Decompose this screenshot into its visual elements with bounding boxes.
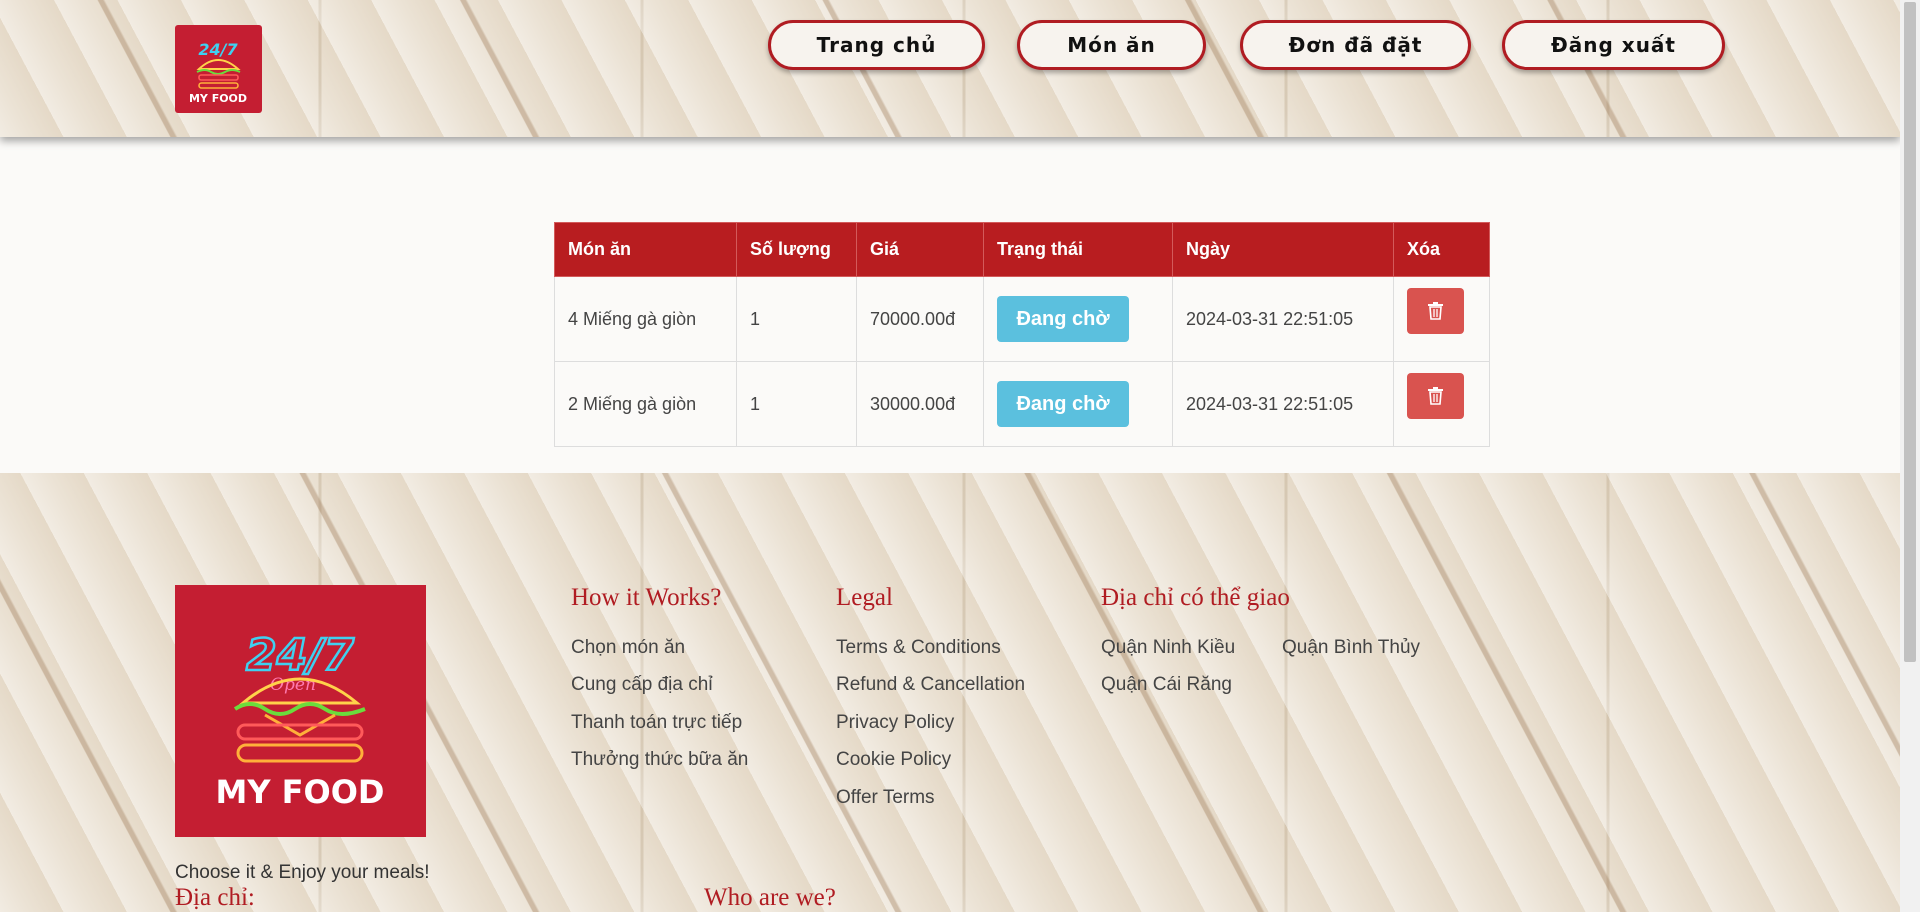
item-price: 30000.00đ	[856, 361, 984, 447]
delete-cell	[1393, 276, 1490, 362]
nav-orders[interactable]: Đơn đã đặt	[1240, 20, 1471, 70]
legal-link[interactable]: Terms & Conditions	[836, 637, 1001, 659]
page: 24/7 MY FOOD Trang chủ Món ăn Đơn đã đặt…	[0, 0, 1920, 912]
how-link[interactable]: Thưởng thức bữa ăn	[571, 749, 748, 771]
table-header-row: Món ăn Số lượng Giá Trạng thái Ngày Xóa	[554, 222, 1490, 277]
trash-icon	[1428, 386, 1443, 405]
how-link[interactable]: Chọn món ăn	[571, 637, 685, 659]
status-badge[interactable]: Đang chờ	[997, 296, 1129, 342]
legal-link[interactable]: Privacy Policy	[836, 712, 954, 734]
status-cell: Đang chờ	[983, 361, 1173, 447]
delivery-area[interactable]: Quận Ninh Kiều	[1101, 637, 1235, 659]
item-name: 2 Miếng gà giòn	[554, 361, 737, 447]
legal-link[interactable]: Cookie Policy	[836, 749, 951, 771]
scrollbar[interactable]	[1900, 0, 1920, 912]
order-date: 2024-03-31 22:51:05	[1172, 361, 1394, 447]
delete-button[interactable]	[1407, 372, 1464, 419]
svg-text:MY FOOD: MY FOOD	[216, 773, 385, 811]
nav-home[interactable]: Trang chủ	[768, 20, 985, 70]
col-qty: Số lượng	[736, 222, 857, 277]
site-footer: 24/7 Open MY FOOD Choose it & Enjoy your…	[0, 473, 1900, 912]
legal-link[interactable]: Offer Terms	[836, 787, 935, 809]
svg-text:24/7: 24/7	[246, 630, 354, 681]
item-qty: 1	[736, 361, 857, 447]
trash-icon	[1428, 301, 1443, 320]
status-cell: Đang chờ	[983, 276, 1173, 362]
order-date: 2024-03-31 22:51:05	[1172, 276, 1394, 362]
delete-cell	[1393, 361, 1490, 447]
burger-logo-icon: 24/7 Open MY FOOD	[216, 629, 385, 811]
delivery-area[interactable]: Quận Cái Răng	[1101, 674, 1232, 696]
footer-logo: 24/7 Open MY FOOD	[175, 585, 426, 837]
burger-logo-icon: 24/7 MY FOOD	[189, 40, 247, 105]
legal-link[interactable]: Refund & Cancellation	[836, 674, 1025, 696]
svg-text:MY FOOD: MY FOOD	[189, 92, 247, 105]
item-name: 4 Miếng gà giòn	[554, 276, 737, 362]
delete-button[interactable]	[1407, 287, 1464, 334]
col-delete: Xóa	[1393, 222, 1490, 277]
nav-menu[interactable]: Món ăn	[1017, 20, 1206, 70]
site-header: 24/7 MY FOOD Trang chủ Món ăn Đơn đã đặt…	[0, 0, 1900, 137]
address-heading: Địa chỉ:	[175, 884, 255, 911]
delivery-heading: Địa chỉ có thể giao	[1101, 584, 1290, 611]
orders-table: Món ăn Số lượng Giá Trạng thái Ngày Xóa …	[554, 222, 1490, 447]
legal-heading: Legal	[836, 584, 893, 611]
col-date: Ngày	[1172, 222, 1394, 277]
delivery-area[interactable]: Quận Bình Thủy	[1282, 637, 1420, 659]
table-row: 4 Miếng gà giòn 1 70000.00đ Đang chờ 202…	[554, 276, 1490, 362]
item-qty: 1	[736, 276, 857, 362]
col-price: Giá	[856, 222, 984, 277]
how-link[interactable]: Thanh toán trực tiếp	[571, 712, 742, 734]
logo[interactable]: 24/7 MY FOOD	[175, 25, 262, 113]
who-heading: Who are we?	[704, 884, 836, 911]
how-link[interactable]: Cung cấp địa chỉ	[571, 674, 713, 696]
nav-logout[interactable]: Đăng xuất	[1502, 20, 1725, 70]
svg-text:24/7: 24/7	[198, 40, 238, 59]
item-price: 70000.00đ	[856, 276, 984, 362]
scrollbar-thumb[interactable]	[1904, 2, 1916, 662]
tagline: Choose it & Enjoy your meals!	[175, 862, 430, 883]
table-row: 2 Miếng gà giòn 1 30000.00đ Đang chờ 202…	[554, 361, 1490, 447]
how-heading: How it Works?	[571, 584, 722, 611]
status-badge[interactable]: Đang chờ	[997, 381, 1129, 427]
col-status: Trạng thái	[983, 222, 1173, 277]
col-item: Món ăn	[554, 222, 737, 277]
